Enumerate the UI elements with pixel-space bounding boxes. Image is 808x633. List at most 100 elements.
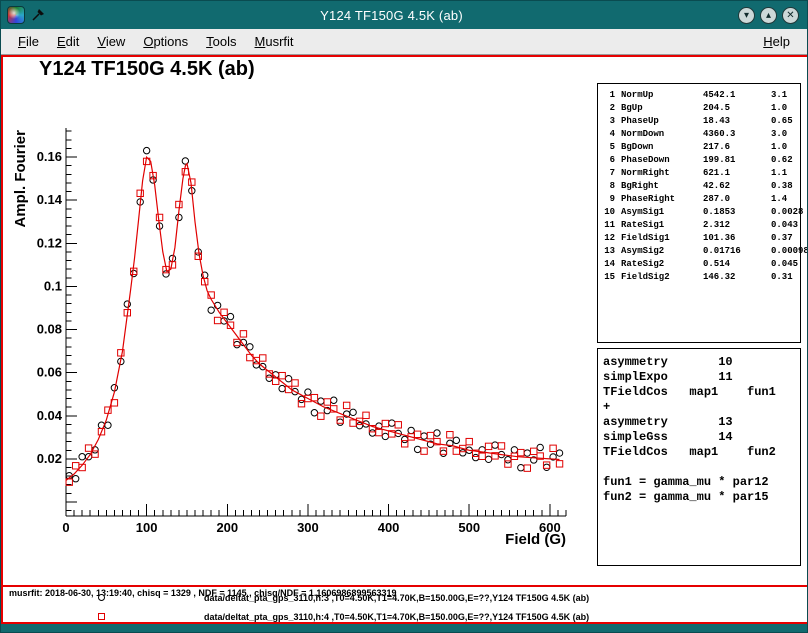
plot-title: Y124 TF150G 4.5K (ab) — [39, 58, 255, 81]
menu-item-options[interactable]: Options — [134, 31, 197, 52]
param-error: 1.4 — [771, 193, 797, 206]
param-name: PhaseRight — [621, 193, 697, 206]
param-row: 7NormRight621.11.1 — [601, 167, 797, 180]
y-tick-label: 0.1 — [44, 278, 62, 293]
param-value: 199.81 — [703, 154, 765, 167]
title-bar-icons — [7, 6, 45, 24]
theory-line: simplExpo 11 — [603, 370, 795, 385]
param-error: 3.1 — [771, 89, 797, 102]
param-name: PhaseDown — [621, 154, 697, 167]
window-title: Y124 TF150G 4.5K (ab) — [45, 8, 738, 23]
param-name: RateSig1 — [621, 219, 697, 232]
param-name: NormUp — [621, 89, 697, 102]
param-index: 3 — [601, 115, 615, 128]
menu-left: FileEditViewOptionsToolsMusrfit — [9, 31, 303, 52]
param-error: 1.0 — [771, 102, 797, 115]
param-value: 217.6 — [703, 141, 765, 154]
maximize-button[interactable]: ▴ — [760, 7, 777, 24]
x-axis-title: Field (G) — [505, 531, 566, 548]
param-error: 0.65 — [771, 115, 797, 128]
title-bar[interactable]: Y124 TF150G 4.5K (ab) ▾ ▴ ✕ — [1, 1, 807, 29]
menu-item-file[interactable]: File — [9, 31, 48, 52]
theory-line: simpleGss 14 — [603, 430, 795, 445]
menu-item-tools[interactable]: Tools — [197, 31, 245, 52]
param-index: 10 — [601, 206, 615, 219]
param-error: 0.045 — [771, 258, 798, 271]
param-value: 146.32 — [703, 271, 765, 284]
param-value: 0.514 — [703, 258, 765, 271]
circle-marker-icon — [98, 594, 105, 601]
series-square — [66, 158, 563, 485]
x-tick-label: 200 — [216, 520, 238, 535]
y-tick-label: 0.06 — [37, 365, 62, 380]
square-marker-icon — [98, 613, 105, 620]
param-value: 18.43 — [703, 115, 765, 128]
canvas-divider — [3, 585, 807, 587]
menu-right: Help — [754, 31, 799, 52]
param-row: 12FieldSig1101.360.37 — [601, 232, 797, 245]
param-row: 4NormDown4360.33.0 — [601, 128, 797, 141]
window-bottom-border — [1, 624, 807, 632]
minimize-button[interactable]: ▾ — [738, 7, 755, 24]
menu-item-edit[interactable]: Edit — [48, 31, 88, 52]
y-tick-label: 0.14 — [37, 192, 63, 207]
pin-icon — [31, 8, 45, 22]
param-error: 0.0028 — [771, 206, 803, 219]
param-index: 11 — [601, 219, 615, 232]
param-value: 204.5 — [703, 102, 765, 115]
menu-item-musrfit[interactable]: Musrfit — [246, 31, 303, 52]
menu-item-help[interactable]: Help — [754, 31, 799, 52]
param-value: 621.1 — [703, 167, 765, 180]
param-name: BgUp — [621, 102, 697, 115]
param-value: 42.62 — [703, 180, 765, 193]
x-tick-label: 300 — [297, 520, 319, 535]
param-name: BgDown — [621, 141, 697, 154]
x-tick-label: 500 — [458, 520, 480, 535]
fourier-plot[interactable]: 01002003004005006000.020.040.060.080.10.… — [9, 117, 594, 577]
app-icon — [7, 6, 25, 24]
param-index: 8 — [601, 180, 615, 193]
param-row: 1NormUp4542.13.1 — [601, 89, 797, 102]
param-error: 0.37 — [771, 232, 797, 245]
y-tick-label: 0.12 — [37, 235, 62, 250]
x-tick-label: 0 — [62, 520, 69, 535]
param-index: 15 — [601, 271, 615, 284]
tick-labels: 01002003004005006000.020.040.060.080.10.… — [37, 149, 561, 535]
param-error: 0.38 — [771, 180, 797, 193]
param-error: 0.043 — [771, 219, 798, 232]
param-row: 2 BgUp 204.5 1.0 — [601, 102, 797, 115]
param-row: 15FieldSig2146.320.31 — [601, 271, 797, 284]
param-name: NormRight — [621, 167, 697, 180]
theory-line: fun1 = gamma_mu * par12 — [603, 475, 795, 490]
param-row: 10AsymSig10.18530.0028 — [601, 206, 797, 219]
menu-item-view[interactable]: View — [88, 31, 134, 52]
fit-curve — [66, 157, 560, 480]
param-row: 13AsymSig20.017160.00098 — [601, 245, 797, 258]
param-index: 13 — [601, 245, 615, 258]
theory-line: fun2 = gamma_mu * par15 — [603, 490, 795, 505]
param-index: 2 — [601, 102, 615, 115]
legend-entry: data/deltat_pta_gps_3110,h:3 ,T0=4.50K,T… — [3, 591, 807, 605]
param-row: 11RateSig12.3120.043 — [601, 219, 797, 232]
window-controls: ▾ ▴ ✕ — [738, 7, 799, 24]
param-index: 6 — [601, 154, 615, 167]
param-error: 0.00098 — [771, 245, 808, 258]
param-name: AsymSig2 — [621, 245, 697, 258]
musrfit-window: Y124 TF150G 4.5K (ab) ▾ ▴ ✕ FileEditViewOp… — [0, 0, 808, 633]
param-name: AsymSig1 — [621, 206, 697, 219]
param-index: 1 — [601, 89, 615, 102]
param-name: NormDown — [621, 128, 697, 141]
y-tick-label: 0.02 — [37, 451, 62, 466]
root-canvas[interactable]: Y124 TF150G 4.5K (ab) 010020030040050060… — [1, 55, 808, 624]
param-row: 14RateSig20.5140.045 — [601, 258, 797, 271]
param-error: 1.0 — [771, 141, 797, 154]
param-error: 0.31 — [771, 271, 797, 284]
y-axis-title: Ampl. Fourier — [12, 130, 29, 228]
close-button[interactable]: ✕ — [782, 7, 799, 24]
theory-line: TFieldCos map1 fun1 — [603, 385, 795, 400]
param-index: 9 — [601, 193, 615, 206]
theory-line: asymmetry 10 — [603, 355, 795, 370]
param-value: 101.36 — [703, 232, 765, 245]
param-index: 14 — [601, 258, 615, 271]
param-value: 0.01716 — [703, 245, 765, 258]
